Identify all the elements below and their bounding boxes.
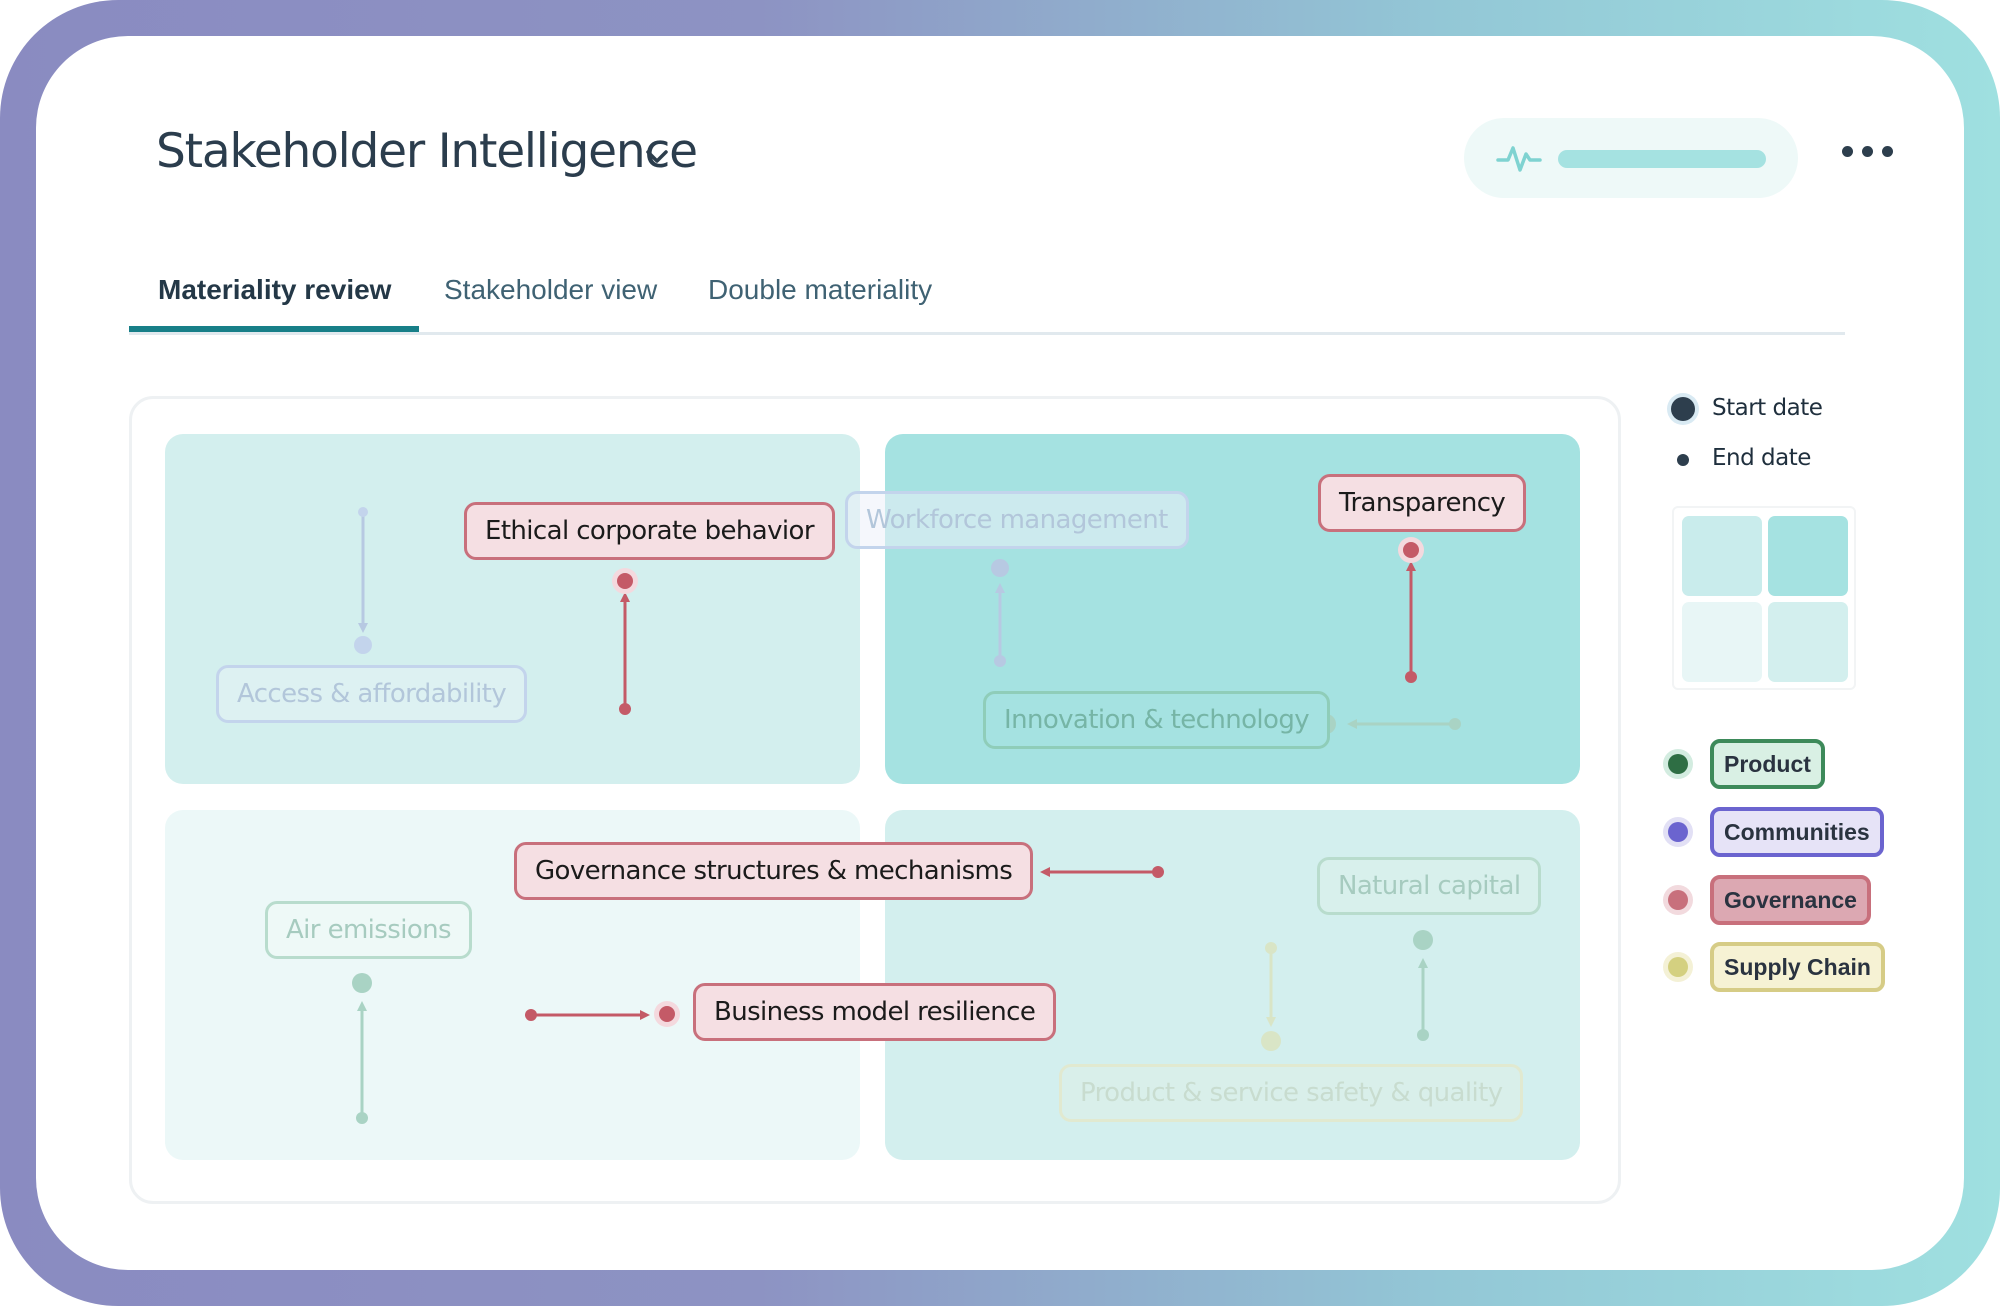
- page-title: Stakeholder Intelligence: [156, 124, 698, 179]
- chevron-down-icon[interactable]: [642, 142, 672, 172]
- tab-bar: Materiality review Stakeholder view Doub…: [129, 268, 1845, 335]
- supply-chain-dot: [1668, 957, 1688, 977]
- topic-business-model-resilience[interactable]: Business model resilience: [693, 983, 1057, 1041]
- topic-access-affordability[interactable]: Access & affordability: [216, 665, 528, 723]
- topic-innovation-technology[interactable]: Innovation & technology: [983, 691, 1331, 749]
- topic-natural-capital[interactable]: Natural capital: [1317, 857, 1542, 915]
- status-progress-bar: [1558, 150, 1766, 168]
- product-dot: [1668, 754, 1688, 774]
- start-date-label: Start date: [1712, 395, 1823, 421]
- quadrant-key-bottom-right: [1768, 602, 1848, 682]
- topic-air-emissions[interactable]: Air emissions: [265, 901, 472, 959]
- tab-double-materiality[interactable]: Double materiality: [708, 268, 932, 332]
- start-date-marker: [1671, 397, 1695, 421]
- active-tab-indicator: [129, 326, 419, 332]
- quadrant-key-top-right: [1768, 516, 1848, 596]
- topic-governance-structures[interactable]: Governance structures & mechanisms: [514, 842, 1034, 900]
- legend-supply-chain[interactable]: Supply Chain: [1710, 942, 1885, 992]
- quadrant-key-top-left: [1682, 516, 1762, 596]
- end-date-marker: [1677, 454, 1689, 466]
- tab-materiality-review[interactable]: Materiality review: [158, 268, 391, 332]
- legend-communities[interactable]: Communities: [1710, 807, 1884, 857]
- more-horizontal-icon[interactable]: [1840, 142, 1896, 162]
- quadrant-top-left: [165, 434, 860, 784]
- topic-product-service-safety[interactable]: Product & service safety & quality: [1059, 1064, 1524, 1122]
- quadrant-key-bottom-left: [1682, 602, 1762, 682]
- pulse-icon: [1496, 146, 1542, 172]
- governance-dot: [1668, 890, 1688, 910]
- topic-transparency[interactable]: Transparency: [1318, 474, 1527, 532]
- legend-governance[interactable]: Governance: [1710, 875, 1871, 925]
- legend-product[interactable]: Product: [1710, 739, 1825, 789]
- tab-stakeholder-view[interactable]: Stakeholder view: [444, 268, 657, 332]
- end-date-label: End date: [1712, 445, 1811, 471]
- topic-workforce-management[interactable]: Workforce management: [845, 491, 1189, 549]
- communities-dot: [1668, 822, 1688, 842]
- quadrant-key: [1672, 506, 1856, 690]
- topic-ethical-corporate-behavior[interactable]: Ethical corporate behavior: [464, 502, 835, 560]
